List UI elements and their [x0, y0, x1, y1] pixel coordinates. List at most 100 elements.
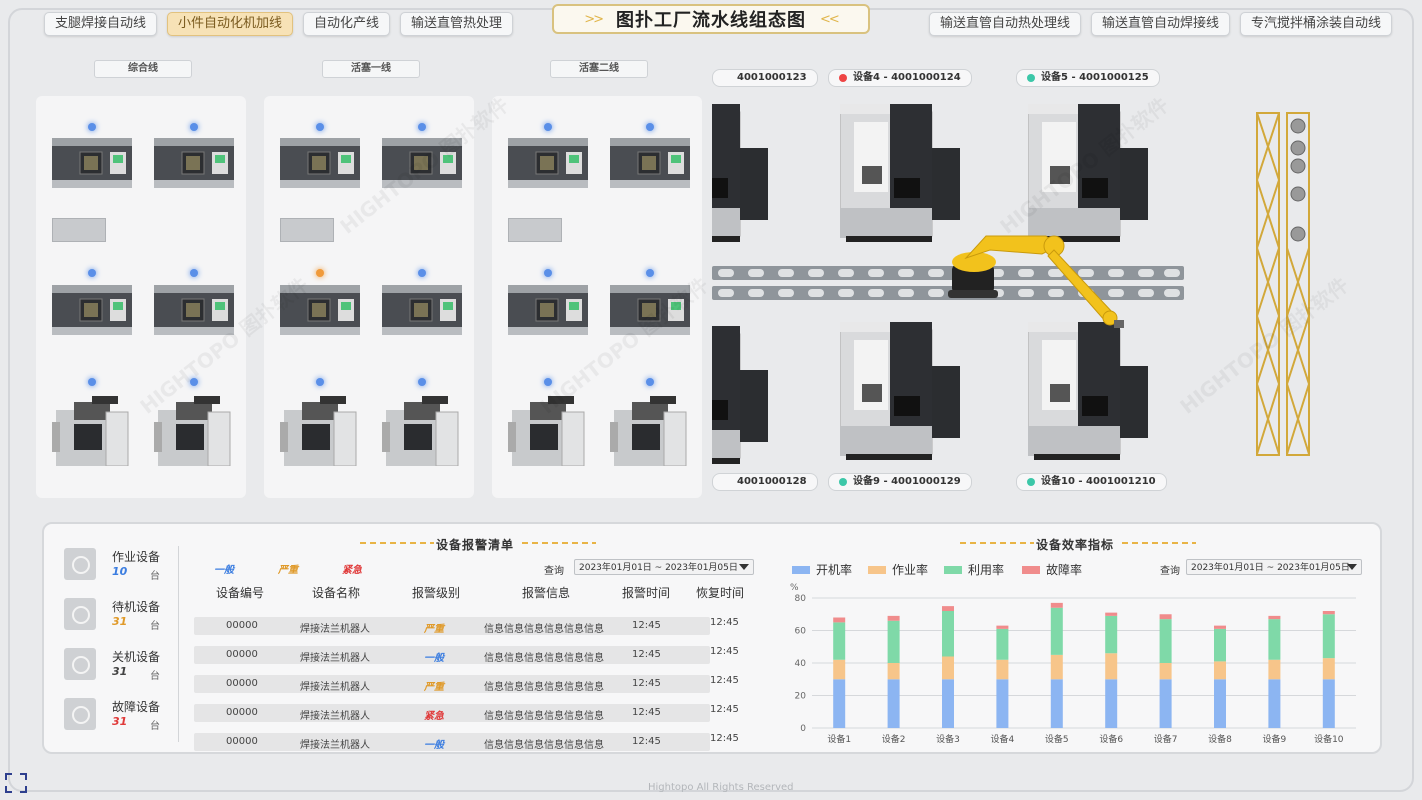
machining-center-10[interactable] [1027, 322, 1152, 460]
title-dash [522, 542, 596, 544]
stat-value: 31 [112, 715, 128, 728]
bar-segment-1 [1268, 659, 1281, 680]
page-title: 图扑工厂流水线组态图 [616, 10, 806, 31]
bar-segment-0 [1322, 679, 1335, 728]
device-label[interactable]: 设备4 - 4001000124 [828, 69, 972, 87]
title-chevron-right: << [820, 11, 840, 27]
machining-center-8[interactable] [712, 326, 772, 464]
legend-item: 利用率 [944, 561, 1004, 578]
efficiency-date-select[interactable]: 2023年01月01日 ~ 2023年01月05日 [1186, 559, 1362, 575]
bar-segment-2 [887, 620, 900, 663]
cell-recover: 12:45 [710, 617, 739, 628]
status-light [418, 123, 426, 131]
tab-6[interactable]: 专汽搅拌桶涂装自动线 [1239, 12, 1392, 36]
legend-label: 利用率 [968, 563, 1005, 577]
tab-3[interactable]: 输送直管热处理 [400, 12, 514, 36]
nav-left: 支腿焊接自动线 小件自动化机加线 自动化产线 输送直管热处理 [44, 12, 514, 36]
focus-frame-icon[interactable] [4, 772, 28, 794]
tab-1[interactable]: 小件自动化机加线 [167, 12, 294, 36]
status-light [1027, 74, 1035, 82]
bar-segment-1 [996, 659, 1009, 680]
stat-value: 31 [112, 665, 128, 678]
cnc-lathe[interactable] [52, 138, 132, 188]
efficiency-query-label: 查询 [1160, 566, 1180, 577]
bar-segment-3 [1105, 612, 1118, 616]
cell-name: 焊接法兰机器人 [300, 653, 370, 664]
machining-center[interactable] [52, 392, 132, 467]
efficiency-date-value: 2023年01月01日 ~ 2023年01月05日 [1191, 563, 1350, 573]
cnc-lathe[interactable] [382, 285, 462, 335]
cell-recover: 12:45 [710, 675, 739, 686]
cnc-lathe[interactable] [610, 138, 690, 188]
bar-segment-3 [1268, 615, 1281, 620]
tab-5[interactable]: 输送直管自动焊接线 [1090, 12, 1230, 36]
efficiency-title: 设备效率指标 [1036, 538, 1115, 552]
cell-id: 00000 [226, 678, 258, 689]
cnc-lathe[interactable] [280, 138, 360, 188]
title-box: >> 图扑工厂流水线组态图 << [552, 4, 870, 34]
bar-segment-2 [1322, 614, 1335, 659]
status-light [1027, 478, 1035, 486]
device-label[interactable]: 4001000123 [712, 69, 818, 87]
cnc-lathe[interactable] [610, 285, 690, 335]
cnc-lathe[interactable] [52, 285, 132, 335]
machining-center[interactable] [610, 392, 690, 467]
device-label[interactable]: 设备5 - 4001000125 [1016, 69, 1160, 87]
cell-info: 信息信息信息信息信息信息 [484, 711, 604, 722]
bar-segment-2 [1214, 628, 1226, 662]
device-label[interactable]: 4001000128 [712, 473, 818, 491]
col-header: 报警信息 [522, 586, 571, 600]
cnc-lathe[interactable] [508, 138, 588, 188]
legend-label: 开机率 [816, 563, 853, 577]
bar-segment-0 [942, 679, 954, 728]
cell-name: 焊接法兰机器人 [300, 682, 370, 693]
alarm-date-select[interactable]: 2023年01月01日 ~ 2023年01月05日 [574, 559, 754, 575]
bar-segment-2 [1268, 619, 1281, 660]
legend-item: 故障率 [1022, 561, 1082, 578]
tab-0[interactable]: 支腿焊接自动线 [44, 12, 158, 36]
stat-unit: 台 [150, 621, 160, 632]
bar-segment-1 [1050, 654, 1063, 680]
cnc-lathe[interactable] [154, 138, 234, 188]
device-label-text: 设备10 - 4001001210 [1041, 476, 1156, 487]
device-label-text: 设备4 - 4001000124 [853, 72, 961, 83]
cnc-lathe[interactable] [280, 285, 360, 335]
bar-segment-3 [1159, 614, 1172, 620]
machining-center[interactable] [154, 392, 234, 467]
cell-level: 紧急 [424, 711, 444, 722]
stat-off: 关机设备 31 台 [64, 648, 164, 682]
cell-name: 焊接法兰机器人 [300, 711, 370, 722]
machining-center-3[interactable] [712, 104, 772, 242]
machining-center[interactable] [508, 392, 588, 467]
machining-center[interactable] [382, 392, 462, 467]
machining-center-4[interactable] [839, 104, 964, 242]
alarm-level-normal: 一般 [214, 565, 234, 576]
stat-standby: 待机设备 31 台 [64, 598, 164, 632]
tab-4[interactable]: 输送直管自动热处理线 [928, 12, 1081, 36]
cell-level: 严重 [424, 624, 444, 635]
cell-info: 信息信息信息信息信息信息 [484, 653, 604, 664]
bar-segment-0 [1050, 679, 1063, 728]
cnc-lathe[interactable] [508, 285, 588, 335]
device-label[interactable]: 设备9 - 4001000129 [828, 473, 972, 491]
device-label[interactable]: 设备10 - 4001001210 [1016, 473, 1167, 491]
status-light [723, 74, 731, 82]
x-tick-label: 设备5 [1045, 733, 1069, 745]
machining-center-9[interactable] [839, 322, 964, 460]
bar-segment-3 [942, 606, 954, 611]
machining-center[interactable] [280, 392, 360, 467]
tab-2[interactable]: 自动化产线 [303, 12, 391, 36]
status-light [646, 378, 654, 386]
nav-right: 输送直管自动热处理线 输送直管自动焊接线 专汽搅拌桶涂装自动线 [928, 12, 1392, 36]
cnc-lathe[interactable] [382, 138, 462, 188]
cell-level: 一般 [424, 740, 444, 751]
title-dash [360, 542, 434, 544]
status-light [88, 123, 96, 131]
status-light [544, 378, 552, 386]
cnc-lathe[interactable] [154, 285, 234, 335]
col-header: 设备编号 [216, 586, 265, 600]
machining-center-5[interactable] [1027, 104, 1152, 242]
device-label-text: 4001000123 [737, 72, 807, 83]
stat-label: 关机设备 [112, 650, 161, 664]
bar-segment-3 [1214, 625, 1226, 629]
